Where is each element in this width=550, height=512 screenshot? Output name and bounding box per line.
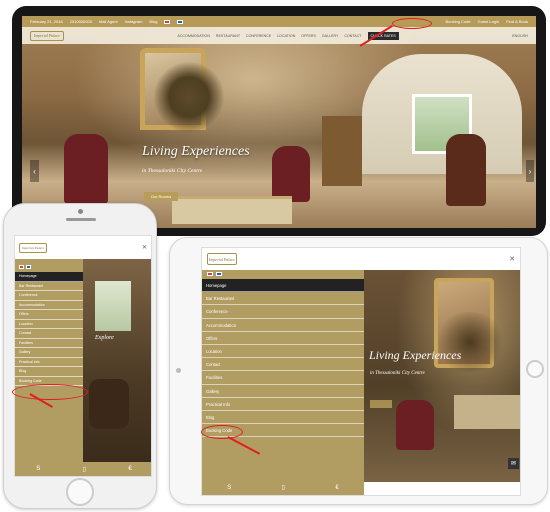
tablet-hero-button[interactable] [370, 400, 392, 408]
topbar-link[interactable]: Blog [149, 19, 157, 24]
home-button[interactable] [66, 478, 94, 506]
tablet-hero-title: Living Experiences [369, 348, 462, 362]
room-doorway [362, 54, 522, 174]
desktop-screen: February 21, 2016 2310000000 Mail Agent … [22, 16, 536, 228]
flower-arrangement [154, 62, 224, 132]
tablet-device: Imperial Palace ✕ Homepage Bar Restauran… [169, 237, 548, 505]
tablet-footer: S ▯ € [202, 480, 364, 495]
euro-icon[interactable]: € [335, 485, 338, 491]
find-book-link[interactable]: Find & Book [506, 19, 528, 24]
camera-icon [176, 368, 181, 373]
greek-flag-icon[interactable] [26, 265, 31, 269]
menu-item-accommodation[interactable]: Accommodation [15, 301, 83, 310]
tablet-screen: Imperial Palace ✕ Homepage Bar Restauran… [201, 247, 521, 496]
phone-device: Imperial Palace ✕ Homepage Bar Restauran… [3, 203, 157, 509]
greek-flag-icon[interactable] [216, 272, 222, 276]
menu-item-gallery[interactable]: Gallery [15, 348, 83, 358]
phone-header: Imperial Palace ✕ [15, 236, 151, 259]
highlight-circle [392, 18, 432, 29]
menu-item-facilities[interactable]: Facilities [202, 371, 364, 385]
mobile-icon[interactable]: ▯ [282, 484, 285, 491]
nav-gallery[interactable]: GALLERY [322, 34, 339, 38]
hero-button[interactable]: Our Rooms [144, 192, 178, 201]
home-button[interactable] [526, 360, 544, 378]
hotel-logo[interactable]: Imperial Palace [207, 253, 237, 265]
menu-item-blog[interactable]: Blog [202, 411, 364, 425]
phone-footer: S ▯ € [15, 462, 151, 476]
camera-icon [78, 209, 83, 214]
menu-item-offers[interactable]: Offers [202, 332, 364, 345]
menu-item-blog[interactable]: Blog [15, 367, 83, 377]
desktop-monitor: February 21, 2016 2310000000 Mail Agent … [12, 6, 546, 236]
tablet-header: Imperial Palace ✕ [202, 248, 520, 270]
skype-icon[interactable]: S [36, 466, 40, 472]
skype-icon[interactable]: S [227, 485, 231, 491]
phone-hero-text: Explore [95, 335, 114, 341]
menu-item-bar-restaurant[interactable]: Bar Restaurant [15, 282, 83, 291]
highlight-circle [201, 425, 243, 439]
menu-item-gallery[interactable]: Gallery [202, 385, 364, 398]
hero-subtitle: in Thessaloniki City Centre [142, 168, 203, 174]
euro-icon[interactable]: € [128, 466, 131, 472]
menu-item-location[interactable]: Location [15, 320, 83, 329]
phone-text[interactable]: 2310000000 [70, 19, 92, 24]
topbar-link[interactable]: Instagram [125, 19, 143, 24]
menu-item-offers[interactable]: Offers [15, 310, 83, 320]
menu-item-contact[interactable]: Contact [15, 329, 83, 339]
nav-accommodation[interactable]: ACCOMMODATION [177, 34, 209, 38]
hotel-logo[interactable]: Imperial Palace [30, 30, 64, 41]
speaker-grille [66, 218, 96, 221]
nav-contact[interactable]: CONTACT [344, 34, 361, 38]
language-selector[interactable]: ENGLISH [512, 34, 528, 38]
tablet-hero-image: Living Experiences in Thessaloniki City … [364, 270, 520, 482]
topbar-link[interactable]: Mail Agent [99, 19, 118, 24]
nav-restaurant[interactable]: RESTAURANT [216, 34, 240, 38]
english-flag-icon[interactable] [207, 272, 213, 276]
menu-item-facilities[interactable]: Facilities [15, 339, 83, 348]
hotel-logo[interactable]: Imperial Palace [19, 242, 47, 253]
nav-conference[interactable]: CONFERENCE [246, 34, 271, 38]
phone-hero-image: Explore [83, 259, 151, 464]
booking-code-link[interactable]: Booking Code [445, 19, 470, 24]
phone-menu: Homepage Bar Restaurant Conference Accom… [15, 259, 83, 464]
close-icon[interactable]: ✕ [509, 255, 515, 263]
date-text: February 21, 2016 [30, 19, 63, 24]
reception-desk [322, 116, 362, 186]
main-navigation: Imperial Palace ACCOMMODATION RESTAURANT… [22, 27, 536, 44]
armchair [446, 134, 486, 206]
armchair [272, 146, 310, 202]
top-info-bar: February 21, 2016 2310000000 Mail Agent … [22, 16, 536, 27]
menu-item-practical-info[interactable]: Practical info [15, 358, 83, 367]
phone-screen: Imperial Palace ✕ Homepage Bar Restauran… [14, 235, 152, 477]
tablet-hero-subtitle: in Thessaloniki City Centre [370, 371, 425, 376]
guest-login-link[interactable]: Guest Login [478, 19, 500, 24]
greek-flag-icon[interactable] [177, 19, 184, 24]
console-table [172, 196, 292, 224]
hero-title: Living Experiences [142, 144, 250, 159]
menu-item-practical-info[interactable]: Practical Info [202, 398, 364, 411]
menu-item-homepage[interactable]: Homepage [15, 272, 83, 282]
english-flag-icon[interactable] [164, 19, 171, 24]
menu-item-conference[interactable]: Conference [15, 291, 83, 301]
nav-location[interactable]: LOCATION [277, 34, 295, 38]
menu-item-conference[interactable]: Conference [202, 305, 364, 319]
english-flag-icon[interactable] [19, 265, 24, 269]
mobile-icon[interactable]: ▯ [83, 466, 86, 473]
mail-icon[interactable]: ✉ [508, 458, 519, 469]
highlight-circle [12, 384, 88, 400]
slider-next-icon[interactable]: › [526, 160, 534, 182]
nav-offers[interactable]: OFFERS [301, 34, 316, 38]
menu-item-contact[interactable]: Contact [202, 358, 364, 372]
menu-item-location[interactable]: Location [202, 345, 364, 359]
slider-prev-icon[interactable]: ‹ [30, 160, 39, 182]
menu-item-accommodation[interactable]: Accommodation [202, 319, 364, 332]
menu-item-bar-restaurant[interactable]: Bar Restaurant [202, 292, 364, 306]
armchair [64, 134, 108, 204]
tablet-menu: Homepage Bar Restaurant Conference Accom… [202, 270, 364, 482]
close-icon[interactable]: ✕ [142, 244, 147, 251]
device-showcase: February 21, 2016 2310000000 Mail Agent … [0, 0, 550, 512]
menu-item-homepage[interactable]: Homepage [202, 279, 364, 293]
